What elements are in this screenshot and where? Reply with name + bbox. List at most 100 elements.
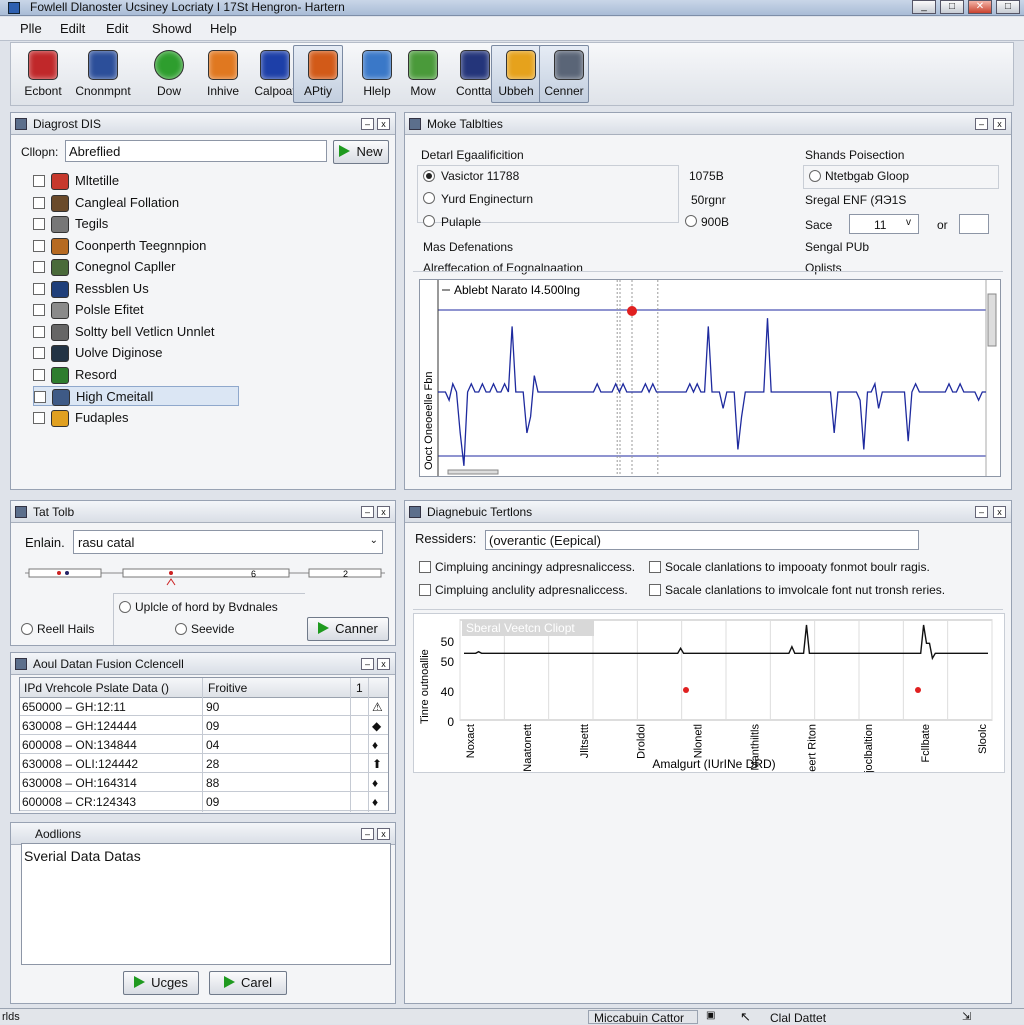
checkbox[interactable] (34, 391, 46, 403)
menu-file[interactable]: Plle (20, 21, 42, 36)
maximize-button[interactable]: □ (940, 0, 964, 14)
close-icon[interactable]: x (377, 828, 390, 840)
toolbar-button-6[interactable]: APtiy (293, 45, 343, 103)
table-row[interactable]: 600008 – CR:124343 09 ♦ (20, 793, 388, 811)
minimize-icon[interactable]: – (361, 828, 374, 840)
minimize-icon[interactable]: – (975, 118, 988, 130)
checkbox[interactable] (33, 261, 45, 273)
close-icon[interactable]: x (993, 506, 1006, 518)
hscroll-thumb[interactable] (447, 469, 499, 475)
alt-size-input[interactable] (959, 214, 989, 234)
event-marker[interactable] (915, 687, 921, 693)
checkbox[interactable] (33, 325, 45, 338)
checkbox[interactable] (33, 368, 45, 381)
menu-help[interactable]: Help (210, 21, 237, 36)
range-slider[interactable]: 6 2 (25, 561, 385, 587)
checkbox[interactable] (33, 411, 45, 424)
panel-title: Tat Tolb (33, 505, 75, 519)
menu-edit-2[interactable]: Edit (106, 21, 128, 36)
radio-service[interactable] (175, 623, 187, 635)
minimize-icon[interactable]: – (361, 118, 374, 130)
checkbox-1[interactable] (419, 561, 431, 573)
toolbar-button-3[interactable]: Dow (139, 45, 197, 103)
radio-reell[interactable] (21, 623, 33, 635)
cell-icon[interactable]: ⬆ (372, 757, 382, 771)
explain-select[interactable]: rasu catal ⌄ (73, 530, 383, 554)
usages-button[interactable]: Ucges (123, 971, 199, 995)
toolbar-button-1[interactable]: Ecbont (13, 45, 71, 103)
radio-pulaple[interactable] (423, 215, 435, 227)
tree-item[interactable]: Polsle Efitet (33, 300, 243, 320)
scrollbar-thumb[interactable] (987, 293, 997, 347)
checkbox[interactable] (33, 218, 45, 230)
radio-900b[interactable] (685, 215, 697, 227)
checkbox-2[interactable] (649, 561, 661, 573)
cell-icon[interactable]: ♦ (372, 795, 378, 809)
close-icon[interactable]: x (377, 506, 390, 518)
cancel-button[interactable]: Canner (307, 617, 389, 641)
cell-icon[interactable]: ♦ (372, 776, 378, 790)
checkbox-3[interactable] (419, 584, 431, 596)
table-row[interactable]: 630008 – OLI:124442 28 ⬆ (20, 755, 388, 773)
toolbar-button-2[interactable]: Cnonmpnt (73, 45, 131, 103)
radio-gloop[interactable] (809, 170, 821, 182)
tree-item[interactable]: Ressblen Us (33, 279, 243, 299)
close-button[interactable]: ✕ (968, 0, 992, 14)
menu-show[interactable]: Showd (152, 21, 192, 36)
actions-textarea[interactable]: Sverial Data Datas (21, 843, 391, 965)
residers-input[interactable]: (overantic (Eepical) (485, 530, 919, 550)
toolbar-button-11[interactable]: Cenner (539, 45, 589, 103)
table-row[interactable]: 630008 – OH:164314 88 ♦ (20, 774, 388, 792)
menu-edit-1[interactable]: Edilt (60, 21, 85, 36)
tree-item[interactable]: Soltty bell Vetlicn Unnlet (33, 322, 243, 342)
checkbox[interactable] (33, 347, 45, 359)
tree-item[interactable]: Tegils (33, 214, 243, 234)
checkbox[interactable] (33, 175, 45, 187)
close-icon[interactable]: x (377, 658, 390, 670)
col-header-flag[interactable]: 1 (356, 681, 363, 695)
tree-item[interactable]: Coonperth Teegnnpion (33, 236, 243, 256)
cell-icon[interactable]: ♦ (372, 738, 378, 752)
table-row[interactable]: 600008 – ON:134844 04 ♦ (20, 736, 388, 754)
close-icon[interactable]: x (993, 118, 1006, 130)
cancel-button-2[interactable]: Carel (209, 971, 287, 995)
checkbox[interactable] (33, 304, 45, 316)
toolbar-button-10[interactable]: Ubbeh (491, 45, 541, 103)
checkbox-4[interactable] (649, 584, 661, 596)
slider-segment[interactable] (122, 568, 290, 578)
size-select[interactable]: 11 v (849, 214, 919, 234)
minimize-icon[interactable]: – (975, 506, 988, 518)
radio-yurd[interactable] (423, 192, 435, 204)
cell-icon[interactable]: ◆ (372, 719, 381, 733)
checkbox[interactable] (33, 196, 45, 209)
tree-item[interactable]: Uolve Diginose (33, 343, 243, 363)
restore-button[interactable]: □ (996, 0, 1020, 14)
resize-grip-icon[interactable]: ⇲ (962, 1010, 971, 1023)
tree-item[interactable]: Conegnol Capller (33, 257, 243, 277)
close-icon[interactable]: x (377, 118, 390, 130)
toolbar-button-8[interactable]: Mow (393, 45, 451, 103)
radio-vasictor[interactable] (423, 170, 435, 182)
checkbox[interactable] (33, 239, 45, 252)
tree-item[interactable]: Cangleal Follation (33, 193, 243, 213)
new-button[interactable]: New (333, 140, 389, 164)
toolbar-button-4[interactable]: Inhive (193, 45, 251, 103)
checkbox[interactable] (33, 282, 45, 295)
cell-icon[interactable]: ⚠ (372, 700, 383, 714)
col-header-id[interactable]: IPd Vrehcole Pslate Data () (24, 681, 169, 695)
tree-item[interactable]: Resord (33, 365, 243, 385)
radio-upload[interactable] (119, 601, 131, 613)
minimize-icon[interactable]: – (361, 658, 374, 670)
tree-item[interactable]: Fudaples (33, 408, 243, 428)
minimize-button[interactable]: _ (912, 0, 936, 14)
filter-value: Abreflied (69, 144, 121, 159)
table-row[interactable]: 650000 – GH:12:11 90 ⚠ (20, 698, 388, 716)
filter-input[interactable]: Abreflied (65, 140, 327, 162)
table-row[interactable]: 630008 – GH:124444 09 ◆ (20, 717, 388, 735)
tree-item[interactable]: Mltetille (33, 171, 243, 191)
cursor-marker[interactable] (627, 306, 637, 316)
tree-item[interactable]: High Cmeitall (33, 386, 239, 406)
col-header-value[interactable]: Froitive (208, 681, 247, 695)
event-marker[interactable] (683, 687, 689, 693)
minimize-icon[interactable]: – (361, 506, 374, 518)
